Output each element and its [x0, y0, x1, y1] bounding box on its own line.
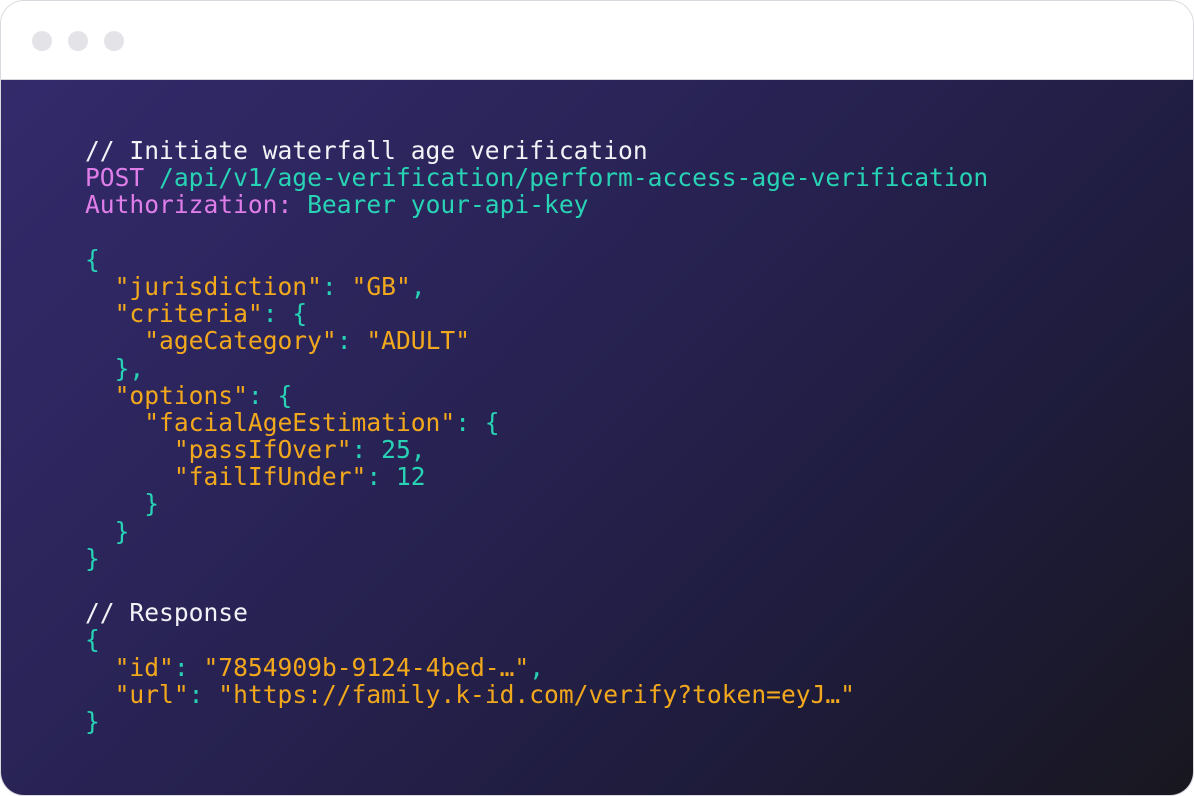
age-category-line: "ageCategory": "ADULT" [144, 326, 471, 356]
pass-if-over-line: "passIfOver": 25, [173, 435, 426, 465]
auth-header-key: Authorization: [85, 190, 293, 220]
response-open-brace: { [85, 625, 100, 655]
window-dot-1 [32, 31, 52, 51]
jurisdiction-value: "GB" [351, 271, 411, 301]
response-open-line: { [85, 626, 988, 653]
criteria-key: "criteria" [114, 299, 263, 329]
criteria-line: "criteria": { [114, 299, 308, 329]
body-open-line: { [85, 246, 988, 273]
window-titlebar [1, 1, 1193, 80]
body-open-brace: { [85, 244, 100, 274]
response-id-value: "7854909b-9124-4bed-…" [203, 652, 530, 682]
code-block: // Initiate waterfall age verification PO… [85, 137, 988, 735]
code-editor: // Initiate waterfall age verification PO… [1, 80, 1193, 795]
fail-if-under-key: "failIfUnder" [173, 462, 367, 492]
auth-header-value: Bearer your-api-key [307, 190, 589, 220]
response-id-key: "id" [114, 652, 174, 682]
request-method-line: POST /api/v1/age-verification/perform-ac… [85, 164, 988, 191]
criteria-close-line: }, [85, 353, 145, 383]
options-close-line: } [85, 516, 130, 546]
fail-if-under-line: "failIfUnder": 12 [173, 462, 426, 492]
window-dot-2 [68, 31, 88, 51]
fail-if-under-value: 12 [395, 462, 426, 492]
pass-if-over-value: 25 [381, 435, 411, 465]
facial-age-estimation-key: "facialAgeEstimation" [144, 407, 456, 437]
request-comment-line: // Initiate waterfall age verification [85, 137, 988, 164]
response-url-value: "https://family.k-id.com/verify?token=ey… [218, 679, 855, 709]
facial-close-line: } [85, 489, 160, 519]
body-close-line: } [85, 545, 988, 572]
jurisdiction-key: "jurisdiction" [114, 271, 322, 301]
response-url-key: "url" [114, 679, 189, 709]
auth-header-line: Authorization: Bearer your-api-key [85, 191, 988, 218]
response-close-brace: } [85, 706, 100, 736]
age-category-value: "ADULT" [366, 326, 471, 356]
response-comment-line: // Response [85, 599, 988, 626]
response-id-line: "id": "7854909b-9124-4bed-…", [114, 652, 545, 682]
jurisdiction-line: "jurisdiction": "GB", [114, 271, 426, 301]
code-window: // Initiate waterfall age verification PO… [0, 0, 1194, 796]
options-line: "options": { [114, 380, 293, 410]
request-comment: // Initiate waterfall age verification [85, 136, 648, 165]
options-key: "options" [114, 380, 248, 410]
endpoint-path: /api/v1/age-verification/perform-access-… [159, 163, 989, 193]
response-close-line: } [85, 708, 988, 735]
response-url-line: "url": "https://family.k-id.com/verify?t… [114, 679, 855, 709]
age-category-key: "ageCategory" [144, 326, 337, 356]
pass-if-over-key: "passIfOver" [173, 435, 352, 465]
facial-age-estimation-line: "facialAgeEstimation": { [144, 407, 500, 437]
body-close-brace: } [85, 543, 100, 573]
response-comment: // Response [85, 598, 248, 628]
http-method: POST [85, 163, 145, 193]
window-dot-3 [104, 31, 124, 51]
